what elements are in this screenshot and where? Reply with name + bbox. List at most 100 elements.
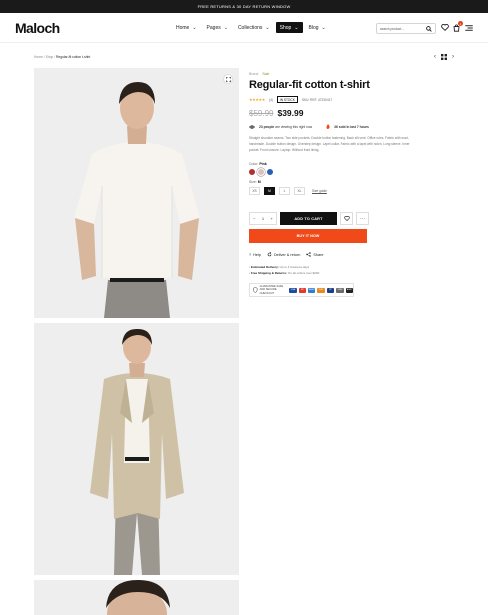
swatch-red[interactable] [249, 169, 255, 175]
search-icon[interactable] [426, 26, 432, 32]
announcement-text: FREE RETURNS & 30 DAY RETURN WINDOW [197, 4, 291, 9]
announcement-bar: FREE RETURNS & 30 DAY RETURN WINDOW [0, 0, 488, 13]
brand-logo[interactable]: Maloch [15, 20, 60, 36]
swatch-pink[interactable] [258, 169, 264, 175]
quantity-value[interactable]: 1 [262, 216, 264, 221]
shield-icon [253, 287, 258, 293]
more-options-button[interactable]: ⋯ [356, 212, 369, 225]
product-image-back[interactable] [34, 580, 239, 615]
nav-label: Collections [237, 24, 263, 31]
rating-stars: ★★★★★ [249, 97, 265, 102]
meta-row: ★★★★★ (4) IN STOCK SKU: REF. 47230417 [249, 96, 454, 103]
size-l[interactable]: L [279, 187, 290, 195]
nav-shop[interactable]: Shop ⌄ [275, 22, 303, 33]
chevron-right-icon[interactable]: › [452, 54, 454, 60]
menu-icon[interactable] [465, 25, 473, 31]
sale-price: $39.99 [277, 108, 304, 118]
size-xs[interactable]: XS [249, 187, 260, 195]
sku: SKU: REF. 47230417 [301, 97, 333, 102]
size-m[interactable]: M [264, 187, 275, 195]
nav-home[interactable]: Home ⌄ [172, 22, 201, 33]
free-shipping: • Free Shipping & Returns: On all orders… [249, 271, 320, 275]
breadcrumb: Home / Shop / Regular-fit cotton t-shirt [34, 55, 90, 59]
discover-icon: DISC [317, 287, 325, 293]
increase-icon[interactable]: + [270, 216, 272, 221]
wishlist-button[interactable] [340, 212, 353, 225]
grid-icon[interactable] [441, 54, 447, 60]
free-shipping-value: On all orders over $200 [287, 271, 320, 275]
secure-checkout-box: GUARANTEE SAFE AND SECURE CHECKOUT VISA … [249, 283, 354, 297]
delivery-return-label: Deliver & return [273, 252, 301, 257]
compare-price: $59.99 [249, 109, 274, 118]
brand-row: Brand Sale [249, 72, 454, 76]
product-pager: ‹ › [434, 54, 454, 60]
chevron-down-icon: ⌄ [321, 24, 326, 31]
size-value: M [257, 180, 261, 184]
review-count[interactable]: (4) [269, 98, 273, 102]
color-value: Pink [259, 162, 267, 166]
nav-pages[interactable]: Pages ⌄ [203, 22, 232, 33]
share-label: Share [313, 252, 324, 257]
live-activity: 23 people are viewing this right now 36 … [249, 124, 454, 129]
chevron-left-icon[interactable]: ‹ [434, 54, 436, 60]
help-link[interactable]: ? Help [249, 253, 261, 257]
nav-label: Blog [308, 24, 319, 31]
nav-label: Home [176, 24, 190, 31]
question-icon: ? [249, 252, 252, 257]
breadcrumb-shop[interactable]: Shop [46, 55, 54, 59]
breadcrumb-home[interactable]: Home [34, 55, 43, 59]
buy-now-button[interactable]: BUY IT NOW [249, 229, 367, 243]
applepay-icon: APAY [345, 287, 354, 293]
product-title: Regular-fit cotton t-shirt [249, 79, 370, 91]
share-link[interactable]: Share [306, 252, 323, 257]
color-swatches [249, 169, 454, 175]
decrease-icon[interactable]: − [253, 216, 255, 221]
size-label: Size: M [249, 180, 454, 184]
size-guide-link[interactable]: Size guide [312, 189, 327, 193]
gpay-icon: GPAY [336, 287, 344, 293]
help-label: Help [253, 252, 261, 257]
heart-icon[interactable] [441, 24, 449, 31]
nav-blog[interactable]: Blog ⌄ [305, 22, 330, 33]
purchase-row: − 1 + ADD TO CART ⋯ [249, 212, 369, 225]
amex-icon: AMEX [308, 287, 316, 293]
nav-label: Pages [206, 24, 221, 31]
stock-badge: IN STOCK [276, 96, 298, 103]
product-info: Brand Sale Regular-fit cotton t-shirt ★★★… [249, 72, 454, 297]
chevron-down-icon: ⌄ [265, 24, 270, 31]
size-label-text: Size: [249, 180, 257, 184]
breadcrumb-separator: / [43, 55, 45, 59]
sale-tag: Sale [262, 72, 270, 76]
model-tshirt-illustration [34, 68, 239, 318]
add-to-cart-button[interactable]: ADD TO CART [280, 212, 337, 225]
expand-icon [225, 76, 231, 82]
quantity-stepper[interactable]: − 1 + [249, 212, 277, 225]
eye-icon [249, 124, 255, 129]
size-xl[interactable]: XL [294, 187, 305, 195]
color-label-text: Color: [249, 162, 259, 166]
product-image-front[interactable] [34, 68, 239, 318]
delivery-return-link[interactable]: Deliver & return [267, 252, 300, 257]
model-head-illustration [34, 580, 239, 615]
heart-icon [343, 216, 350, 221]
swatch-blue[interactable] [267, 169, 273, 175]
cart-count-badge: 1 [458, 21, 463, 26]
search-input[interactable]: search product... [376, 23, 436, 34]
brand-label[interactable]: Brand [249, 72, 258, 76]
chevron-down-icon: ⌄ [294, 24, 299, 31]
fire-icon [326, 124, 330, 129]
product-image-coat[interactable] [34, 323, 239, 575]
nav-label: Shop [279, 24, 292, 31]
delivery-info: • Estimated Delivery: Up to 4 business d… [249, 264, 319, 276]
color-label: Color: Pink [249, 162, 454, 166]
paypal-icon: PP [326, 287, 335, 293]
main-nav: Home ⌄ Pages ⌄ Collections ⌄ Shop ⌄ Blog ⌄ [172, 22, 332, 33]
share-icon [306, 252, 312, 257]
breadcrumb-current: Regular-fit cotton t-shirt [56, 55, 91, 59]
viewer-count: 23 people [259, 124, 275, 129]
visa-icon: VISA [289, 287, 297, 293]
delivery-estimate-label: Estimated Delivery: [250, 265, 279, 269]
zoom-button[interactable] [223, 74, 233, 84]
nav-collections[interactable]: Collections ⌄ [234, 22, 274, 33]
mastercard-icon: MC [298, 287, 307, 293]
